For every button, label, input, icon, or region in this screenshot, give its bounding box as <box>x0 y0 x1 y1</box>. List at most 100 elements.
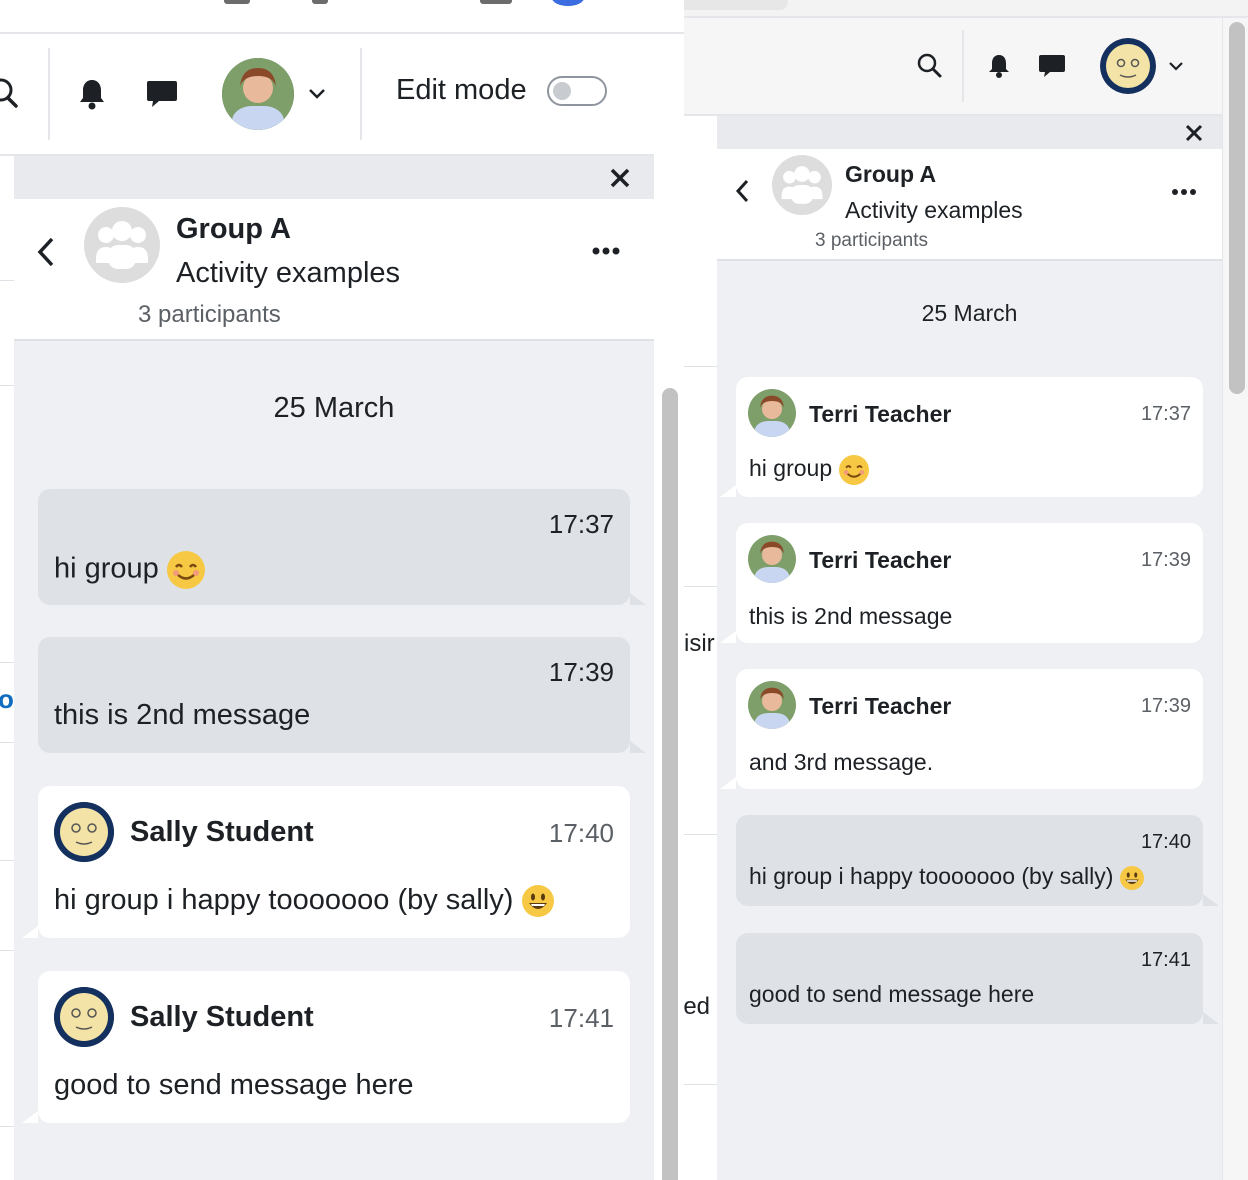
teacher-avatar[interactable] <box>748 389 796 437</box>
smiling-face-emoji-icon <box>838 455 869 485</box>
grinning-face-emoji-icon <box>521 885 554 918</box>
more-options-icon[interactable] <box>590 243 624 259</box>
message-text: hi group <box>749 455 869 485</box>
message-text: hi group <box>54 551 205 589</box>
back-arrow-icon[interactable] <box>733 177 753 205</box>
date-separator: 25 March <box>273 392 395 424</box>
chevron-down-icon[interactable] <box>1166 56 1186 76</box>
date-separator: 25 March <box>921 300 1018 326</box>
bg-divider <box>0 742 14 743</box>
drawer-top-bar <box>717 116 1222 149</box>
more-options-icon[interactable] <box>1170 185 1198 199</box>
message-text: this is 2nd message <box>749 603 953 629</box>
teacher-avatar[interactable] <box>748 681 796 729</box>
bg-divider <box>0 385 14 386</box>
chevron-down-icon[interactable] <box>304 80 330 106</box>
participants-count[interactable]: 3 participants <box>138 301 281 329</box>
bg-divider <box>0 950 14 951</box>
message-bubble: Terri Teacher 17:39 and 3rd message. <box>720 669 1203 789</box>
message-time: 17:41 <box>548 1003 614 1033</box>
close-icon[interactable] <box>606 164 634 192</box>
message-bubble: 17:40 hi group i happy tooooooo (by sall… <box>736 815 1219 906</box>
message-drawer: Group A Activity examples 3 participants… <box>717 116 1222 1180</box>
scrollbar-thumb[interactable] <box>662 388 678 1180</box>
toolbar-fragment <box>224 0 250 4</box>
smiling-face-emoji-icon <box>166 551 205 589</box>
navbar-divider <box>962 30 964 102</box>
group-avatar-icon <box>772 155 832 215</box>
message-author: Terri Teacher <box>809 693 952 719</box>
edit-mode-toggle[interactable] <box>547 76 607 106</box>
group-avatar-icon <box>84 207 160 283</box>
navbar-divider <box>360 48 362 140</box>
message-bubble: 17:41 good to send message here <box>736 933 1219 1024</box>
message-author: Sally Student <box>130 1001 314 1033</box>
teacher-avatar[interactable] <box>748 535 796 583</box>
message-text: good to send message here <box>749 981 1035 1007</box>
message-author: Terri Teacher <box>809 401 952 427</box>
drawer-top-bar <box>14 156 654 199</box>
conversation-header: Group A Activity examples 3 participants <box>717 149 1222 261</box>
edit-mode-label: Edit mode <box>396 74 527 106</box>
browser-toolbar <box>684 0 1248 18</box>
navbar: Edit mode <box>0 34 654 156</box>
message-time: 17:39 <box>1140 695 1191 717</box>
student-avatar[interactable] <box>54 802 114 862</box>
profile-dot-icon[interactable] <box>552 0 584 6</box>
message-text: and 3rd message. <box>749 749 934 775</box>
message-bubble: 17:37 hi group <box>38 489 646 605</box>
message-text: hi group i happy tooooooo (by sally) <box>749 863 1144 890</box>
bell-icon[interactable] <box>984 50 1014 82</box>
message-time: 17:37 <box>548 509 614 539</box>
message-bubble: Terri Teacher 17:37 hi group <box>720 377 1203 497</box>
message-bubble: Terri Teacher 17:39 this is 2nd message <box>720 523 1203 643</box>
scrollbar-track[interactable] <box>654 156 684 1180</box>
chat-icon[interactable] <box>142 74 182 114</box>
background-text-fragment: led <box>684 993 711 1020</box>
message-time: 17:39 <box>548 657 614 687</box>
search-icon[interactable] <box>0 74 26 114</box>
message-time: 17:41 <box>1140 949 1191 971</box>
toolbar-fragment <box>480 0 512 4</box>
background-link-fragment[interactable]: o <box>0 684 14 715</box>
bg-divider <box>0 280 14 281</box>
close-icon[interactable] <box>1183 122 1205 144</box>
message-drawer: Group A Activity examples 3 participants… <box>14 156 654 1180</box>
back-arrow-icon[interactable] <box>34 235 58 269</box>
conversation-title: Group A <box>845 161 937 187</box>
bell-icon[interactable] <box>74 74 110 114</box>
navbar <box>684 18 1222 116</box>
student-avatar[interactable] <box>54 987 114 1047</box>
message-bubble: 17:39 this is 2nd message <box>38 637 646 753</box>
message-bubble: Sally Student 17:40 hi group i happy too… <box>22 786 630 938</box>
bg-divider <box>0 1126 14 1127</box>
message-text: this is 2nd message <box>54 699 311 731</box>
message-bubble: Sally Student 17:41 good to send message… <box>22 971 630 1123</box>
message-time: 17:40 <box>1140 831 1191 853</box>
conversation-title: Group A <box>176 213 291 245</box>
left-window: Edit mode o Group A Activity examples 3 … <box>0 0 684 1180</box>
browser-toolbar <box>0 0 684 34</box>
right-window: isir led Group A Activity examples 3 par… <box>684 0 1248 1180</box>
navbar-divider <box>48 48 50 140</box>
message-time: 17:40 <box>548 818 614 848</box>
conversation-header: Group A Activity examples 3 participants <box>14 199 654 341</box>
toolbar-fragment <box>312 0 328 4</box>
search-icon[interactable] <box>914 50 946 82</box>
message-time: 17:37 <box>1140 403 1191 425</box>
user-avatar[interactable] <box>222 58 294 130</box>
message-author: Terri Teacher <box>809 547 952 573</box>
conversation-subtitle: Activity examples <box>845 197 1023 223</box>
participants-count[interactable]: 3 participants <box>815 230 928 252</box>
grinning-face-emoji-icon <box>1119 865 1144 890</box>
message-text: hi group i happy tooooooo (by sally) <box>54 884 554 918</box>
message-time: 17:39 <box>1140 549 1191 571</box>
chat-icon[interactable] <box>1036 50 1068 82</box>
bg-divider <box>0 662 14 663</box>
user-avatar[interactable] <box>1100 38 1156 94</box>
bg-divider <box>0 860 14 861</box>
scrollbar-track[interactable] <box>1222 18 1248 1180</box>
message-author: Sally Student <box>130 816 314 848</box>
scrollbar-thumb[interactable] <box>1229 22 1245 394</box>
background-text-fragment: isir <box>684 630 715 657</box>
